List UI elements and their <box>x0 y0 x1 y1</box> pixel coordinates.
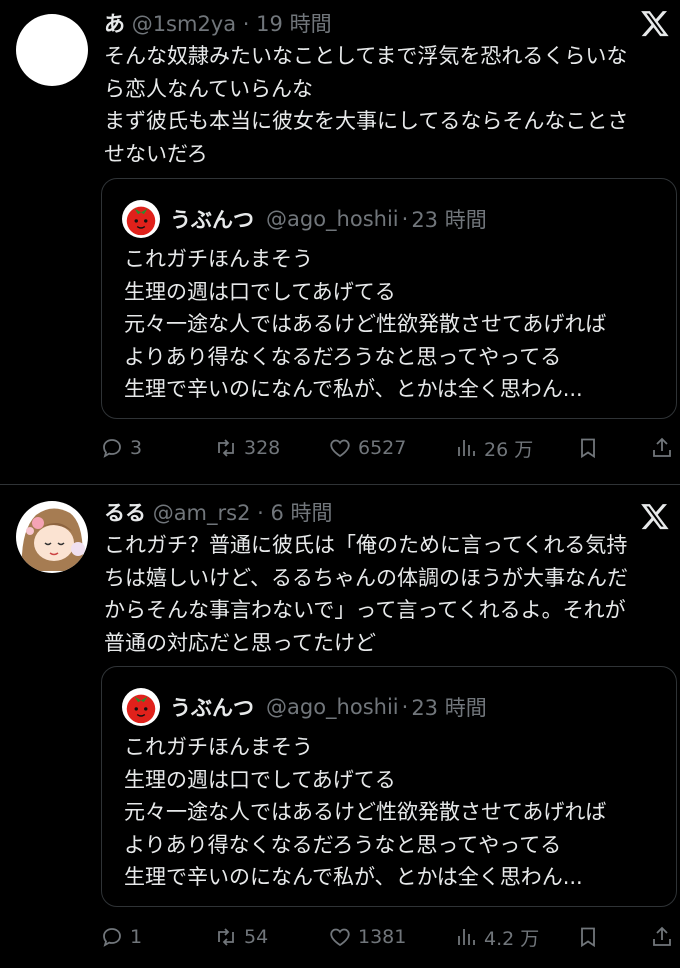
quote-display-name[interactable]: うぶんつ <box>170 204 254 234</box>
quote-text: これガチほんまそう 生理の週は口でしてあげてる 元々一途な人ではあるけど性欲発散… <box>124 243 606 406</box>
share-button[interactable] <box>650 921 680 953</box>
tweet-text: これガチ？普通に彼氏は「俺のために言ってくれる気持 ちは嬉しいけど、るるちゃんの… <box>104 529 674 659</box>
x-logo-icon <box>641 504 669 530</box>
reply-count: 1 <box>130 926 143 948</box>
retweet-icon <box>218 439 234 457</box>
avatar[interactable] <box>16 14 88 86</box>
tweet-text: そんな奴隷みたいなことしてまで浮気を恐れるくらいな ら恋人なんていらんな まず彼… <box>104 40 674 170</box>
bookmark-icon <box>581 438 595 459</box>
quote-line: 生理で辛いのになんで私が、とかは全く思わん... <box>124 865 583 889</box>
avatar[interactable] <box>16 501 88 573</box>
bookmark-icon <box>581 927 595 948</box>
share-button[interactable] <box>650 432 680 464</box>
quote-line: よりあり得なくなるだろうなと思ってやってる <box>124 832 562 857</box>
bookmark-button[interactable] <box>576 921 606 953</box>
reply-icon <box>103 439 121 458</box>
timestamp[interactable]: 19 時間 <box>256 12 331 36</box>
tweet-line: これガチ？普通に彼氏は「俺のために言ってくれる気持 <box>104 533 628 557</box>
like-button[interactable]: 6527 <box>328 432 406 464</box>
separator-dot: · <box>257 501 264 525</box>
retweet-count: 54 <box>244 926 269 948</box>
tweet-1[interactable]: あ @1sm2ya · 19 時間 そんな奴隷みたいなことしてまで浮気を恐れるく… <box>0 0 680 485</box>
tweet-line: そんな奴隷みたいなことしてまで浮気を恐れるくらいな <box>104 44 628 68</box>
display-name[interactable]: あ <box>104 12 125 36</box>
quote-line: 元々一途な人ではあるけど性欲発散させてあげれば <box>124 800 607 824</box>
quote-timestamp[interactable]: 23 時間 <box>411 692 486 722</box>
action-bar: 3 328 6527 26 万 <box>100 432 678 464</box>
like-icon <box>330 439 350 458</box>
display-name[interactable]: るる <box>104 501 146 525</box>
tomato-avatar-icon <box>122 688 160 726</box>
quote-line: これガチほんまそう <box>124 735 313 759</box>
quote-text: これガチほんまそう 生理の週は口でしてあげてる 元々一途な人ではあるけど性欲発散… <box>124 731 606 894</box>
quote-line: よりあり得なくなるだろうなと思ってやってる <box>124 344 562 369</box>
views-button[interactable]: 26 万 <box>454 432 533 464</box>
quote-tweet[interactable]: うぶんつ @ago_hoshii · 23 時間 これガチほんまそう 生理の週は… <box>101 178 677 419</box>
views-count: 4.2 万 <box>484 927 540 950</box>
share-icon <box>653 926 671 946</box>
separator-dot: · <box>401 695 409 719</box>
handle[interactable]: @1sm2ya <box>132 12 236 36</box>
reply-icon <box>103 928 121 947</box>
views-icon <box>458 440 475 456</box>
like-icon <box>330 928 350 947</box>
share-icon <box>653 437 671 457</box>
like-count: 6527 <box>358 437 407 459</box>
quote-tweet[interactable]: うぶんつ @ago_hoshii · 23 時間 これガチほんまそう 生理の週は… <box>101 666 677 907</box>
quote-line: 生理の週は口でしてあげてる <box>124 279 396 304</box>
quote-display-name[interactable]: うぶんつ <box>170 692 254 722</box>
like-button[interactable]: 1381 <box>328 921 406 953</box>
retweet-count: 328 <box>244 437 281 459</box>
timestamp[interactable]: 6 時間 <box>271 501 333 525</box>
tweet-line: せないだろ <box>104 141 208 166</box>
x-logo-icon <box>641 11 669 37</box>
quote-header: うぶんつ @ago_hoshii · 23 時間 <box>122 687 487 727</box>
separator-dot: · <box>401 207 409 231</box>
reply-button[interactable]: 3 <box>100 432 142 464</box>
handle[interactable]: @am_rs2 <box>153 501 251 525</box>
reply-button[interactable]: 1 <box>100 921 142 953</box>
views-count: 26 万 <box>484 438 534 461</box>
tweet-line: 普通の対応だと思ってたけど <box>104 630 376 655</box>
views-button[interactable]: 4.2 万 <box>454 921 539 953</box>
tweet-line: まず彼氏も本当に彼女を大事にしてるならそんなことさ <box>104 109 629 133</box>
like-count: 1381 <box>358 926 407 948</box>
action-bar: 1 54 1381 4.2 万 <box>100 921 678 953</box>
reply-count: 3 <box>130 437 143 459</box>
tweet-header: あ @1sm2ya · 19 時間 <box>104 8 332 38</box>
tomato-avatar-icon <box>122 200 160 238</box>
quote-line: 生理で辛いのになんで私が、とかは全く思わん... <box>124 377 583 401</box>
tweet-header: るる @am_rs2 · 6 時間 <box>104 497 333 527</box>
tweet-line: ちは嬉しいけど、るるちゃんの体調のほうが大事なんだ <box>104 565 628 590</box>
tweet-line: からそんな事言わないで」って言ってくれるよ。それが <box>104 598 626 622</box>
retweet-icon <box>218 928 234 946</box>
quote-line: これガチほんまそう <box>124 247 313 271</box>
quote-header: うぶんつ @ago_hoshii · 23 時間 <box>122 199 487 239</box>
retweet-button[interactable]: 328 <box>214 432 280 464</box>
tweet-line: ら恋人なんていらんな <box>104 76 313 101</box>
quote-handle[interactable]: @ago_hoshii <box>266 207 399 231</box>
quote-timestamp[interactable]: 23 時間 <box>411 204 486 234</box>
anime-avatar-icon <box>16 501 88 573</box>
tweet-2[interactable]: るる @am_rs2 · 6 時間 これガチ？普通に彼氏は「俺のために言ってくれ… <box>0 485 680 968</box>
separator-dot: · <box>242 12 250 36</box>
quote-line: 元々一途な人ではあるけど性欲発散させてあげれば <box>124 312 607 336</box>
quote-line: 生理の週は口でしてあげてる <box>124 767 396 792</box>
views-icon <box>458 929 475 945</box>
bookmark-button[interactable] <box>576 432 606 464</box>
retweet-button[interactable]: 54 <box>214 921 268 953</box>
quote-handle[interactable]: @ago_hoshii <box>266 695 399 719</box>
